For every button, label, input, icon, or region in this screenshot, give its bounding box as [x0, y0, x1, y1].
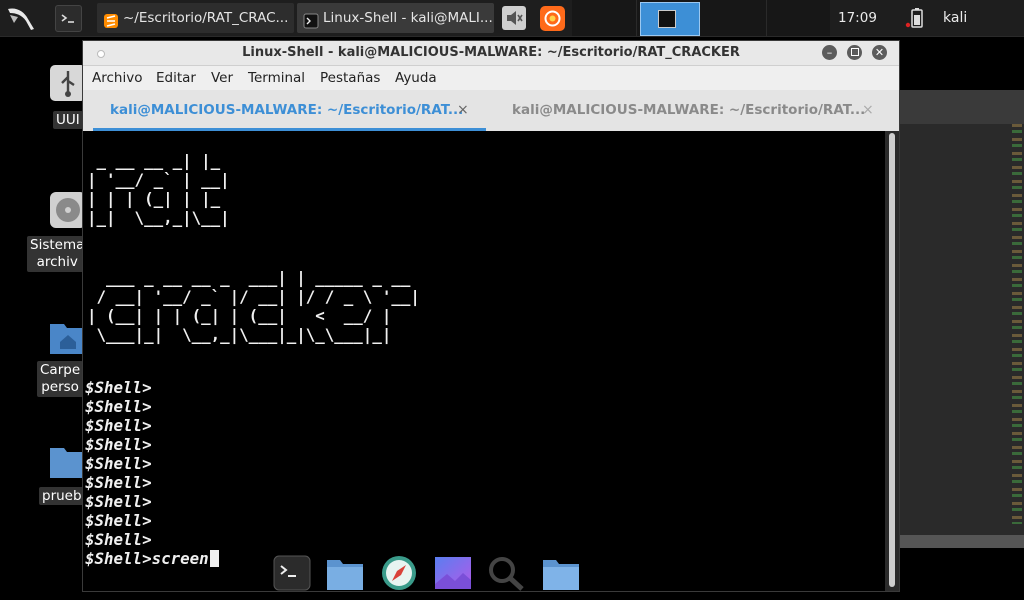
- ascii-banner-cracker: ___ _ __ __ _ ___| | _____ _ __ / __| '_…: [87, 268, 420, 344]
- maximize-icon[interactable]: [847, 45, 862, 60]
- text-cursor: [209, 550, 219, 567]
- current-prompt: $Shell>: [85, 549, 152, 568]
- prompt-line: $Shell>: [85, 378, 152, 397]
- kali-menu-icon[interactable]: [4, 3, 38, 33]
- window-title: Linux-Shell - kali@MALICIOUS-MALWARE: ~/…: [242, 45, 740, 60]
- tab-bar: kali@MALICIOUS-MALWARE: ~/Escritorio/RAT…: [83, 90, 899, 131]
- desktop-icon-label[interactable]: Sistema archiv: [27, 236, 88, 272]
- terminal-app-icon[interactable]: [272, 554, 312, 592]
- terminal-window[interactable]: Linux-Shell - kali@MALICIOUS-MALWARE: ~/…: [82, 40, 900, 592]
- menu-bar: Archivo Editar Ver Terminal Pestañas Ayu…: [83, 66, 899, 90]
- tab-close-icon[interactable]: ×: [862, 90, 874, 130]
- menu-pestanas[interactable]: Pestañas: [320, 66, 380, 90]
- background-window[interactable]: [898, 90, 1024, 548]
- firefox-icon[interactable]: [540, 6, 565, 31]
- scrollbar-thumb[interactable]: [889, 133, 895, 587]
- files-app-icon[interactable]: [325, 554, 365, 592]
- user-name[interactable]: kali: [943, 0, 967, 36]
- prompt-line: $Shell>: [85, 473, 152, 492]
- terminal-window-icon: [303, 10, 319, 29]
- workspace-1[interactable]: [572, 0, 637, 36]
- prompt-line: $Shell>: [85, 492, 152, 511]
- prompt-line: $Shell>: [85, 530, 152, 549]
- workspace-switcher[interactable]: [572, 0, 830, 36]
- menu-ver[interactable]: Ver: [211, 66, 233, 90]
- vertical-scrollbar[interactable]: [885, 131, 899, 591]
- terminal-launcher-icon[interactable]: [55, 5, 82, 32]
- workspace-2-active[interactable]: [640, 2, 700, 36]
- desktop-icon-label-line2: perso: [41, 379, 79, 395]
- sublime-text-icon: [103, 10, 119, 28]
- menu-ayuda[interactable]: Ayuda: [395, 66, 437, 90]
- top-panel: ~/Escritorio/RAT_CRAC... Linux-Shell - k…: [0, 0, 1024, 37]
- taskbar-item-sublime[interactable]: ~/Escritorio/RAT_CRAC...: [97, 3, 294, 33]
- desktop-icon-label[interactable]: UUI: [53, 111, 83, 129]
- current-prompt-line[interactable]: $Shell>screen: [85, 549, 219, 568]
- workspace-4[interactable]: [768, 0, 830, 36]
- current-input[interactable]: screen: [152, 549, 209, 568]
- minimize-icon[interactable]: –: [822, 45, 837, 60]
- tab-label: kali@MALICIOUS-MALWARE: ~/Escritorio/RAT…: [512, 102, 866, 118]
- tab-close-icon[interactable]: ×: [457, 90, 469, 130]
- taskbar-item-terminal[interactable]: Linux-Shell - kali@MALI...: [297, 3, 494, 33]
- menu-terminal[interactable]: Terminal: [248, 66, 305, 90]
- taskbar-item-label: Linux-Shell - kali@MALI...: [323, 10, 493, 26]
- tab-inactive[interactable]: kali@MALICIOUS-MALWARE: ~/Escritorio/RAT…: [488, 90, 888, 131]
- image-viewer-icon[interactable]: [433, 554, 473, 592]
- background-window-statusbar: [898, 535, 1024, 548]
- desktop-icon-label[interactable]: prueb: [39, 487, 85, 505]
- prompt-line: $Shell>: [85, 454, 152, 473]
- desktop-icon-label-line1: Sistema: [30, 237, 85, 253]
- battery-icon[interactable]: [904, 7, 928, 29]
- tab-label: kali@MALICIOUS-MALWARE: ~/Escritorio/RAT…: [110, 102, 464, 118]
- prompt-line: $Shell>: [85, 397, 152, 416]
- desktop-icon-label-line2: archiv: [36, 254, 78, 270]
- background-window-header: [898, 90, 1024, 124]
- taskbar-item-label: ~/Escritorio/RAT_CRAC...: [123, 10, 289, 26]
- prompt-history: $Shell> $Shell> $Shell> $Shell> $Shell> …: [85, 378, 219, 568]
- desktop-icon-label[interactable]: Carpe perso: [37, 361, 84, 397]
- menu-editar[interactable]: Editar: [156, 66, 196, 90]
- menu-archivo[interactable]: Archivo: [92, 66, 142, 90]
- close-icon[interactable]: ✕: [872, 45, 887, 60]
- prompt-line: $Shell>: [85, 511, 152, 530]
- terminal-output[interactable]: _ __ __ _| |_ | '__/ _` | __| | | | (_| …: [83, 131, 885, 591]
- browser-compass-icon[interactable]: [379, 554, 419, 592]
- terminal-thumbnail-icon: [658, 10, 676, 28]
- prompt-line: $Shell>: [85, 435, 152, 454]
- window-titlebar[interactable]: Linux-Shell - kali@MALICIOUS-MALWARE: ~/…: [83, 41, 899, 66]
- folder-app-icon[interactable]: [541, 554, 581, 592]
- prompt-line: $Shell>: [85, 416, 152, 435]
- clock[interactable]: 17:09: [838, 0, 878, 36]
- desktop-icon-label-line1: Carpe: [40, 362, 81, 378]
- search-app-icon[interactable]: [486, 554, 526, 592]
- tab-active[interactable]: kali@MALICIOUS-MALWARE: ~/Escritorio/RAT…: [93, 90, 486, 131]
- volume-muted-icon[interactable]: [502, 6, 526, 30]
- workspace-3[interactable]: [702, 0, 767, 36]
- background-window-minimap: [1012, 124, 1022, 524]
- ascii-banner-rat: _ __ __ _| |_ | '__/ _` | __| | | | (_| …: [87, 151, 230, 227]
